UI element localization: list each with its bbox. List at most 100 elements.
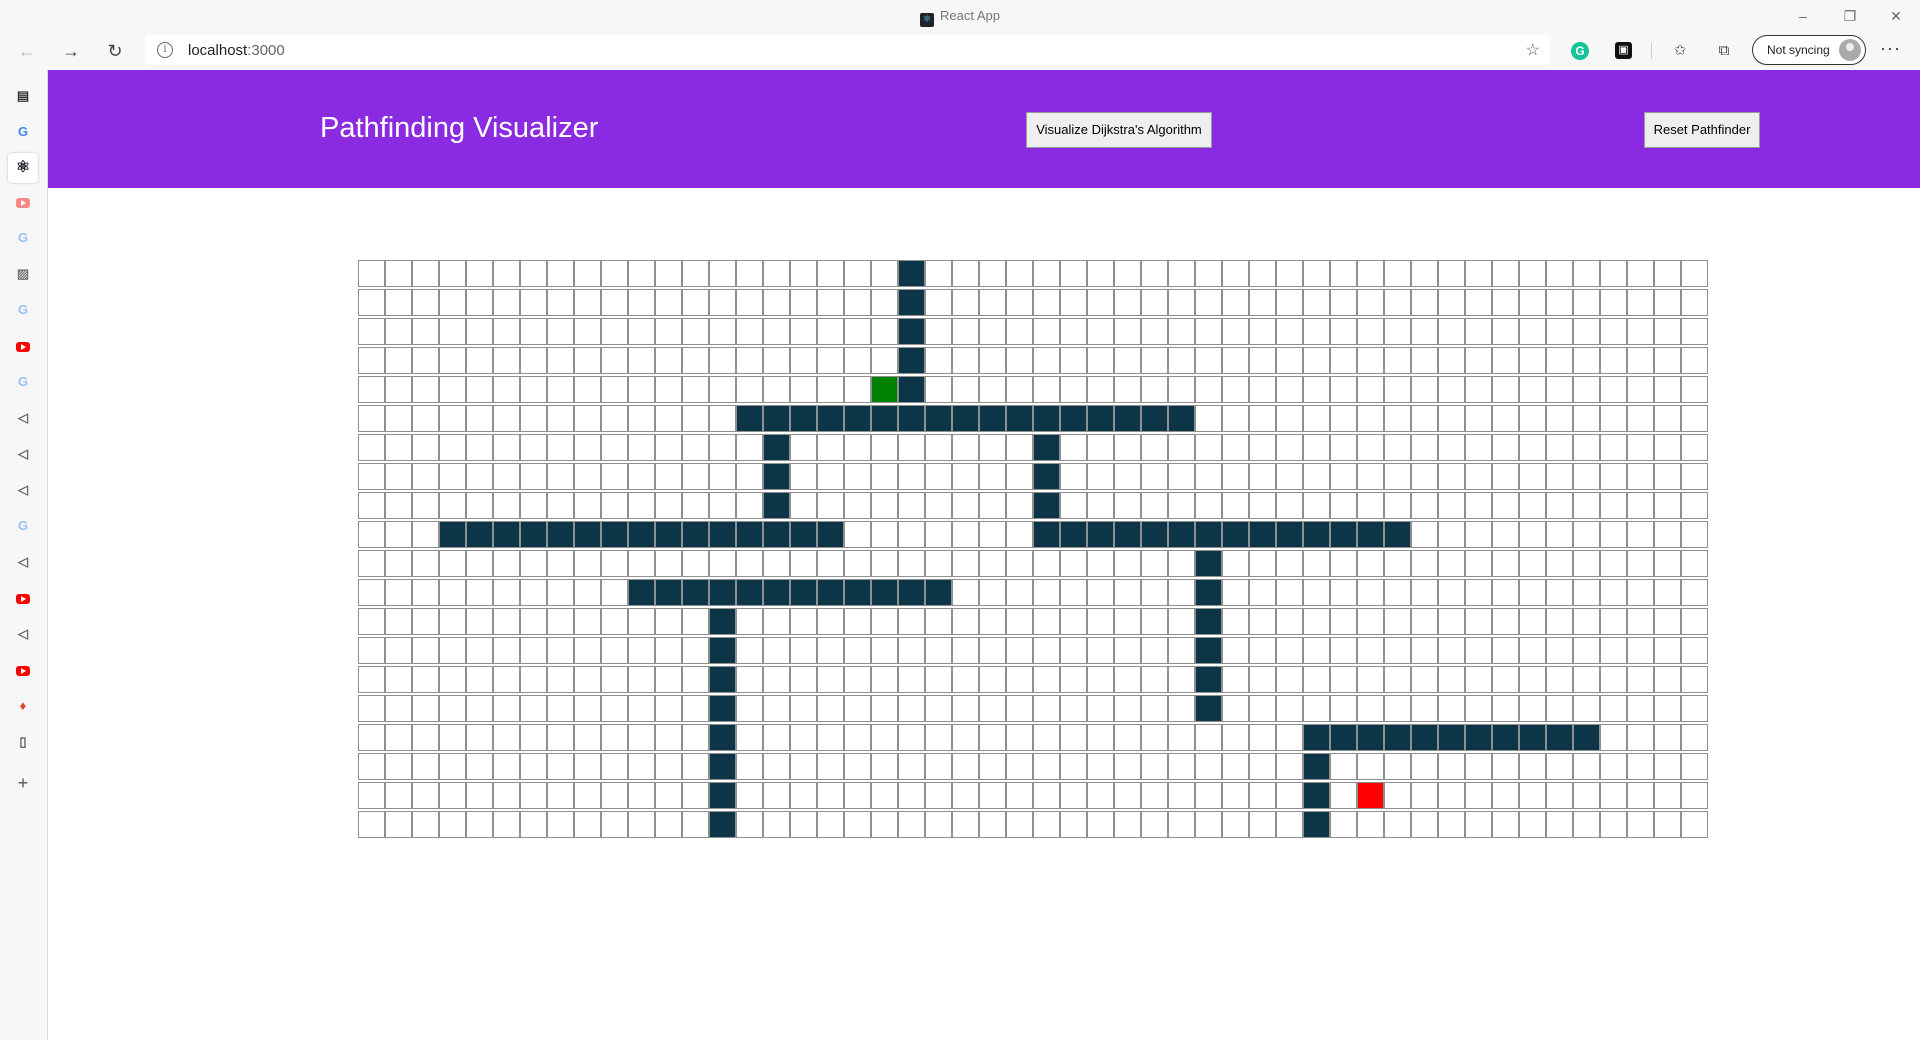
grid-node[interactable]: [439, 811, 466, 838]
finish-node[interactable]: [1357, 782, 1384, 809]
grid-node[interactable]: [763, 318, 790, 345]
grid-node[interactable]: [1438, 782, 1465, 809]
grid-node[interactable]: [1357, 347, 1384, 374]
grid-node[interactable]: [1438, 579, 1465, 606]
grid-node[interactable]: [1627, 724, 1654, 751]
tab-youtube-icon[interactable]: [14, 589, 32, 607]
grid-node[interactable]: [925, 318, 952, 345]
grid-node[interactable]: [1195, 811, 1222, 838]
grid-node[interactable]: [898, 695, 925, 722]
grid-node[interactable]: [385, 347, 412, 374]
tab-google-icon[interactable]: G: [14, 517, 32, 535]
grid-node[interactable]: [1384, 666, 1411, 693]
tab-send-icon[interactable]: ◁: [14, 445, 32, 463]
grid-node[interactable]: [1114, 782, 1141, 809]
grid-node[interactable]: [1438, 666, 1465, 693]
grid-node[interactable]: [1627, 637, 1654, 664]
wall-node[interactable]: [1195, 579, 1222, 606]
grid-node[interactable]: [898, 666, 925, 693]
grid-node[interactable]: [655, 405, 682, 432]
grid-node[interactable]: [1654, 782, 1681, 809]
grid-node[interactable]: [1222, 463, 1249, 490]
grid-node[interactable]: [1033, 695, 1060, 722]
grid-node[interactable]: [1168, 492, 1195, 519]
grid-node[interactable]: [1492, 811, 1519, 838]
grid-node[interactable]: [1438, 376, 1465, 403]
grid-node[interactable]: [763, 289, 790, 316]
grid-node[interactable]: [520, 637, 547, 664]
grid-node[interactable]: [1384, 260, 1411, 287]
grid-node[interactable]: [493, 260, 520, 287]
grid-node[interactable]: [736, 434, 763, 461]
grid-node[interactable]: [520, 260, 547, 287]
grid-node[interactable]: [1546, 521, 1573, 548]
grid-node[interactable]: [1168, 666, 1195, 693]
grid-node[interactable]: [412, 724, 439, 751]
grid-node[interactable]: [1519, 521, 1546, 548]
grid-node[interactable]: [1546, 289, 1573, 316]
grid-node[interactable]: [1060, 695, 1087, 722]
grid-node[interactable]: [1141, 289, 1168, 316]
grid-node[interactable]: [1654, 550, 1681, 577]
grid-node[interactable]: [412, 260, 439, 287]
grid-node[interactable]: [358, 289, 385, 316]
grid-node[interactable]: [1114, 376, 1141, 403]
grid-node[interactable]: [1654, 405, 1681, 432]
grid-node[interactable]: [1573, 608, 1600, 635]
grid-node[interactable]: [1168, 724, 1195, 751]
grid-node[interactable]: [844, 724, 871, 751]
grid-node[interactable]: [439, 666, 466, 693]
grid-node[interactable]: [628, 318, 655, 345]
grid-node[interactable]: [1438, 347, 1465, 374]
grid-node[interactable]: [655, 318, 682, 345]
grid-node[interactable]: [844, 637, 871, 664]
grid-node[interactable]: [925, 666, 952, 693]
grid-node[interactable]: [1249, 753, 1276, 780]
grid-node[interactable]: [1627, 521, 1654, 548]
grid-node[interactable]: [1087, 318, 1114, 345]
wall-node[interactable]: [1033, 463, 1060, 490]
grid-node[interactable]: [1357, 550, 1384, 577]
grid-node[interactable]: [1276, 724, 1303, 751]
grid-node[interactable]: [925, 492, 952, 519]
grid-node[interactable]: [439, 782, 466, 809]
grid-node[interactable]: [1573, 811, 1600, 838]
grid-node[interactable]: [1357, 608, 1384, 635]
grid-node[interactable]: [439, 376, 466, 403]
grid-node[interactable]: [1384, 811, 1411, 838]
wall-node[interactable]: [817, 405, 844, 432]
grid-node[interactable]: [655, 463, 682, 490]
grid-node[interactable]: [493, 666, 520, 693]
grid-node[interactable]: [1060, 376, 1087, 403]
grid-node[interactable]: [1195, 260, 1222, 287]
grid-node[interactable]: [682, 347, 709, 374]
grid-node[interactable]: [385, 463, 412, 490]
grid-node[interactable]: [385, 637, 412, 664]
grid-node[interactable]: [763, 347, 790, 374]
grid-node[interactable]: [1060, 492, 1087, 519]
grid-node[interactable]: [1006, 376, 1033, 403]
grid-node[interactable]: [466, 724, 493, 751]
grid-node[interactable]: [574, 782, 601, 809]
wall-node[interactable]: [1384, 724, 1411, 751]
grid-node[interactable]: [358, 463, 385, 490]
grid-node[interactable]: [736, 289, 763, 316]
grid-node[interactable]: [601, 666, 628, 693]
grid-node[interactable]: [1222, 492, 1249, 519]
wall-node[interactable]: [925, 579, 952, 606]
grid-node[interactable]: [952, 695, 979, 722]
grid-node[interactable]: [439, 318, 466, 345]
grid-node[interactable]: [1141, 434, 1168, 461]
wall-node[interactable]: [898, 405, 925, 432]
wall-node[interactable]: [844, 405, 871, 432]
grid-node[interactable]: [1384, 289, 1411, 316]
grid-node[interactable]: [655, 811, 682, 838]
grid-node[interactable]: [358, 260, 385, 287]
grid-node[interactable]: [655, 695, 682, 722]
tab-send-icon[interactable]: ◁: [14, 553, 32, 571]
grid-node[interactable]: [1384, 434, 1411, 461]
grid-node[interactable]: [574, 492, 601, 519]
grid-node[interactable]: [1357, 434, 1384, 461]
grid-node[interactable]: [1087, 492, 1114, 519]
wall-node[interactable]: [1141, 405, 1168, 432]
